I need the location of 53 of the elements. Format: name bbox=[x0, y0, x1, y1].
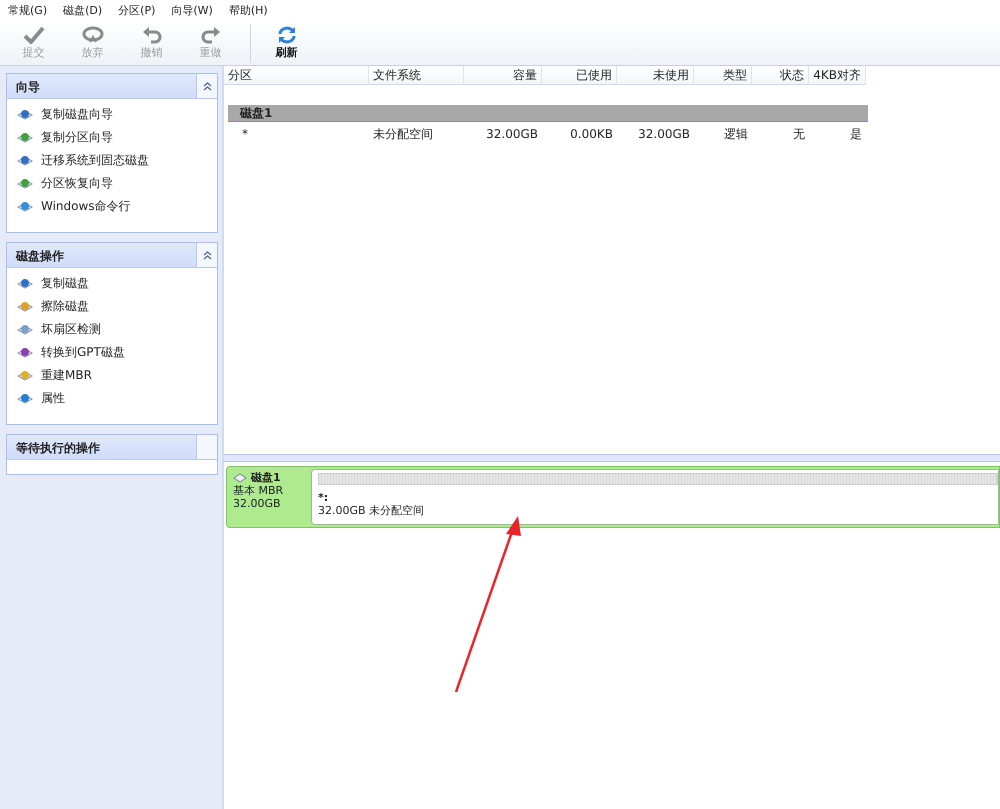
partition-block[interactable]: *: 32.00GB 未分配空间 bbox=[311, 469, 999, 525]
undo-icon bbox=[140, 26, 162, 44]
disk-size: 32.00GB bbox=[233, 497, 282, 510]
sidebar-item[interactable]: 重建MBR bbox=[17, 364, 217, 387]
refresh-icon bbox=[276, 26, 298, 44]
column-header[interactable]: 未使用 bbox=[617, 66, 694, 85]
sidebar-item[interactable]: 复制分区向导 bbox=[17, 126, 217, 149]
sidebar-item[interactable]: 坏扇区检测 bbox=[17, 318, 217, 341]
menu-item[interactable]: 分区(P) bbox=[112, 1, 162, 19]
sidebar-item[interactable]: 复制磁盘向导 bbox=[17, 103, 217, 126]
column-header[interactable]: 4KB对齐 bbox=[809, 66, 866, 85]
sidebar-item[interactable]: 转换到GPT磁盘 bbox=[17, 341, 217, 364]
discard-icon bbox=[82, 26, 104, 44]
column-header[interactable]: 文件系统 bbox=[369, 66, 464, 85]
panel-title: 等待执行的操作 bbox=[15, 440, 101, 457]
collapse-button[interactable] bbox=[196, 74, 217, 98]
disk-group-header: 磁盘1 bbox=[228, 105, 868, 122]
column-header[interactable]: 类型 bbox=[694, 66, 752, 85]
partition-label: *: bbox=[318, 491, 330, 504]
collapse-button[interactable] bbox=[196, 243, 217, 267]
column-header[interactable]: 状态 bbox=[752, 66, 809, 85]
menu-item[interactable]: 向导(W) bbox=[165, 1, 219, 19]
menu-item[interactable]: 帮助(H) bbox=[222, 1, 274, 19]
table-cell-text: 是 bbox=[849, 126, 863, 143]
menu-item[interactable]: 磁盘(D) bbox=[57, 1, 108, 19]
sidebar-item[interactable]: Windows命令行 bbox=[17, 195, 217, 218]
table-cell-text: 逻辑 bbox=[723, 126, 749, 143]
redo-icon bbox=[200, 26, 222, 44]
table-cell-text: 32.00GB bbox=[637, 126, 691, 143]
disk-card[interactable]: 磁盘1 基本 MBR 32.00GB *: 32.00GB 未分配空间 bbox=[226, 466, 1000, 528]
chevron-up-icon bbox=[202, 82, 212, 90]
table-cell-text: 0.00KB bbox=[569, 126, 614, 143]
sidebar-item[interactable]: 复制磁盘 bbox=[17, 272, 217, 295]
table-cell-text: 未分配空间 bbox=[372, 126, 434, 143]
sidebar-item[interactable]: 分区恢复向导 bbox=[17, 172, 217, 195]
column-header[interactable]: 分区 bbox=[224, 66, 369, 85]
menu-item[interactable]: 常规(G) bbox=[2, 1, 54, 19]
toolbar-button[interactable]: 刷新 bbox=[257, 20, 316, 64]
partition-detail: 32.00GB 未分配空间 bbox=[318, 504, 426, 517]
sidebar-item[interactable]: 擦除磁盘 bbox=[17, 295, 217, 318]
column-header[interactable]: 容量 bbox=[464, 66, 542, 85]
sidebar-item[interactable]: 迁移系统到固态磁盘 bbox=[17, 149, 217, 172]
table-cell-text: 无 bbox=[792, 126, 806, 143]
sidebar-item[interactable]: 属性 bbox=[17, 387, 217, 410]
column-header[interactable]: 已使用 bbox=[542, 66, 617, 85]
panel-title: 磁盘操作 bbox=[14, 248, 65, 265]
checkmark-icon bbox=[22, 26, 44, 44]
disk-type: 基本 MBR bbox=[233, 484, 284, 497]
disk-name: 磁盘1 bbox=[233, 471, 311, 484]
table-cell-text: * bbox=[241, 126, 249, 143]
panel-title: 向导 bbox=[15, 79, 41, 96]
table-cell-text: 32.00GB bbox=[485, 126, 539, 143]
chevron-up-icon bbox=[202, 250, 212, 260]
